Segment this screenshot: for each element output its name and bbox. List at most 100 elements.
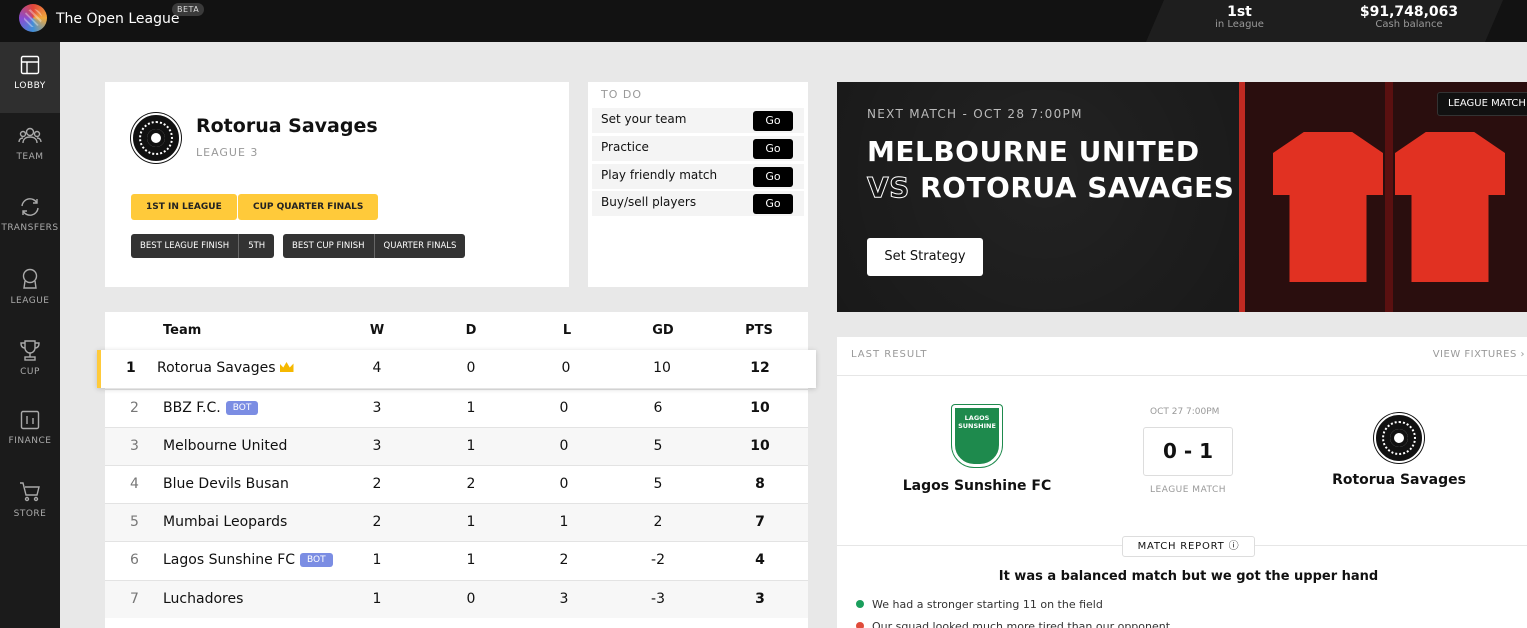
bot-badge: BOT — [225, 401, 259, 415]
table-row[interactable]: 2 BBZ F.C. BOT 3 1 0 6 10 — [105, 389, 808, 427]
row-wins: 4 — [372, 360, 382, 376]
league-logo-icon[interactable] — [19, 4, 47, 32]
record-label: BEST LEAGUE FINISH — [140, 241, 230, 251]
row-draws: 0 — [466, 591, 476, 607]
row-team-name: BBZ F.C. BOT — [163, 400, 259, 416]
report-bullet: We had a stronger starting 11 on the fie… — [856, 598, 1103, 611]
row-points: 4 — [755, 552, 765, 568]
record-value: 5TH — [238, 234, 274, 258]
sidebar-item-label: LOBBY — [14, 81, 46, 91]
beta-badge: BETA — [172, 3, 205, 16]
column-header-draws[interactable]: D — [451, 323, 491, 338]
row-position: 7 — [130, 591, 139, 607]
league-position-value: 1st — [1227, 4, 1252, 20]
row-wins: 1 — [372, 552, 382, 568]
sidebar-item-team[interactable]: TEAM — [0, 113, 60, 184]
set-strategy-button[interactable]: Set Strategy — [867, 238, 983, 276]
locker-room-image — [1239, 82, 1527, 312]
sidebar-item-lobby[interactable]: LOBBY — [0, 42, 60, 113]
record-value: QUARTER FINALS — [373, 234, 466, 258]
column-header-points[interactable]: PTS — [739, 323, 779, 338]
home-team-name[interactable]: Lagos Sunshine FC — [897, 478, 1057, 494]
row-wins: 3 — [372, 400, 382, 416]
todo-item-label: Set your team — [601, 112, 687, 126]
practice-go-button[interactable]: Go — [753, 139, 793, 159]
view-fixtures-label: VIEW FIXTURES — [1432, 349, 1517, 360]
row-team-name: Lagos Sunshine FC BOT — [163, 552, 333, 568]
team-name-text: Rotorua Savages — [157, 360, 276, 376]
cash-balance-label: Cash balance — [1375, 19, 1443, 30]
cash-balance-stat: $91,748,063 Cash balance — [1354, 4, 1464, 30]
sidebar-item-label: TEAM — [16, 152, 44, 162]
row-draws: 0 — [466, 360, 476, 376]
row-team-name: Melbourne United — [163, 438, 288, 454]
team-league: LEAGUE 3 — [196, 146, 259, 159]
sidebar-item-league[interactable]: LEAGUE — [0, 255, 60, 326]
row-points: 10 — [750, 438, 770, 454]
team-name-text: BBZ F.C. — [163, 400, 221, 416]
table-row[interactable]: 7 Luchadores 1 0 3 -3 3 — [105, 580, 808, 618]
away-team-name[interactable]: Rotorua Savages — [1319, 472, 1479, 488]
row-team-name: Blue Devils Busan — [163, 476, 289, 492]
info-icon: ⓘ — [1228, 541, 1240, 552]
sidebar-item-label: STORE — [13, 509, 47, 519]
row-position: 3 — [130, 438, 139, 454]
sidebar-item-label: LEAGUE — [10, 296, 50, 306]
match-score: 0 - 1 — [1143, 427, 1233, 476]
app-title[interactable]: The Open League — [56, 11, 179, 27]
row-points: 10 — [750, 400, 770, 416]
table-row[interactable]: 4 Blue Devils Busan 2 2 0 5 8 — [105, 465, 808, 503]
row-position: 2 — [130, 400, 139, 416]
table-row[interactable]: 1 Rotorua Savages 4 0 0 10 12 — [97, 350, 816, 388]
set-team-go-button[interactable]: Go — [753, 111, 793, 131]
row-points: 12 — [750, 360, 770, 376]
standings-table: Team W D L GD PTS 1 Rotorua Savages 4 0 … — [97, 312, 816, 628]
chevron-right-icon: › — [1520, 349, 1525, 360]
buy-sell-go-button[interactable]: Go — [753, 194, 793, 214]
row-goal-difference: 5 — [653, 476, 663, 492]
column-header-goal-difference[interactable]: GD — [643, 323, 683, 338]
divider — [837, 375, 1527, 376]
away-shirt-image — [1395, 132, 1505, 282]
column-header-losses[interactable]: L — [547, 323, 587, 338]
sidebar-item-label: CUP — [20, 367, 40, 377]
match-report-label: MATCH REPORT — [1137, 541, 1225, 552]
rotorua-savages-crest — [1374, 413, 1424, 463]
next-match-away-line: VS ROTORUA SAVAGES — [867, 171, 1234, 205]
table-row[interactable]: 6 Lagos Sunshine FC BOT 1 1 2 -2 4 — [105, 541, 808, 579]
sidebar-item-transfers[interactable]: TRANSFERS — [0, 184, 60, 255]
league-position-stat: 1st in League — [1212, 4, 1267, 30]
column-header-team[interactable]: Team — [163, 323, 201, 338]
match-report-button[interactable]: MATCH REPORT ⓘ — [1122, 536, 1255, 557]
cup-status-badge: CUP QUARTER FINALS — [238, 194, 379, 220]
column-header-wins[interactable]: W — [357, 323, 397, 338]
row-losses: 3 — [559, 591, 569, 607]
home-shirt-image — [1273, 132, 1383, 282]
row-losses: 0 — [561, 360, 571, 376]
negative-dot-icon — [856, 622, 864, 628]
top-stats: 1st in League $91,748,063 Cash balance — [1146, 0, 1503, 42]
row-wins: 2 — [372, 476, 382, 492]
row-draws: 1 — [466, 400, 476, 416]
sidebar: LOBBY TEAM TRANSFERS LEAGUE CUP FINANCE … — [0, 42, 60, 628]
lagos-logo-text: LAGOS SUNSHINE — [958, 414, 996, 430]
team-name-text: Lagos Sunshine FC — [163, 552, 296, 568]
table-row[interactable]: 3 Melbourne United 3 1 0 5 10 — [105, 427, 808, 465]
lagos-sunshine-logo: LAGOS SUNSHINE — [952, 405, 1002, 467]
friendly-match-go-button[interactable]: Go — [753, 167, 793, 187]
team-icon — [18, 127, 42, 144]
cash-balance-value: $91,748,063 — [1359, 4, 1459, 20]
sidebar-item-cup[interactable]: CUP — [0, 326, 60, 397]
team-crest — [131, 113, 181, 163]
table-row[interactable]: 5 Mumbai Leopards 2 1 1 2 7 — [105, 503, 808, 541]
row-losses: 0 — [559, 400, 569, 416]
match-type-tag: LEAGUE MATCH — [1437, 92, 1527, 116]
view-fixtures-link[interactable]: VIEW FIXTURES › — [1433, 349, 1525, 360]
team-summary-card: Rotorua Savages LEAGUE 3 1ST IN LEAGUE C… — [105, 82, 569, 287]
sidebar-item-finance[interactable]: FINANCE — [0, 397, 60, 468]
vs-label: VS — [867, 171, 910, 205]
sidebar-item-store[interactable]: STORE — [0, 468, 60, 539]
row-wins: 1 — [372, 591, 382, 607]
last-result-title: LAST RESULT — [851, 349, 928, 360]
todo-item: Buy/sell players Go — [592, 191, 804, 216]
